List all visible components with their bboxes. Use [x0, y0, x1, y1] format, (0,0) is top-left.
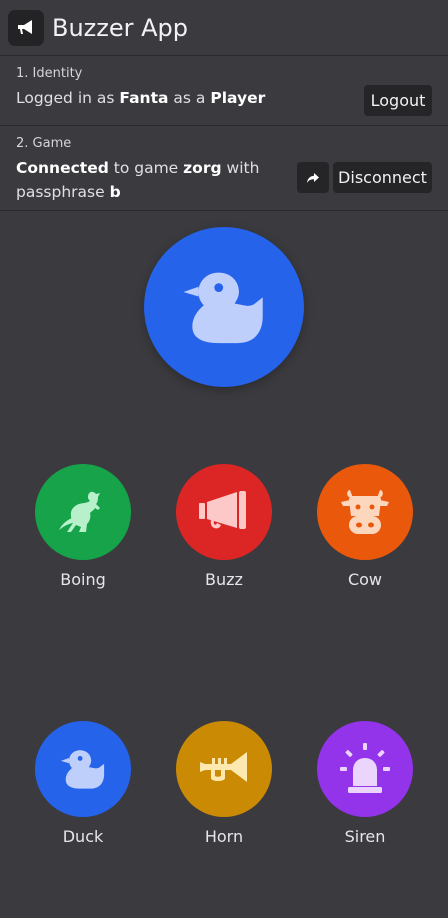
identity-section: 1. Identity Logged in as Fanta as a Play…: [0, 56, 448, 126]
identity-heading: 1. Identity: [16, 66, 83, 81]
megaphone-icon: [199, 491, 246, 529]
sound-horn[interactable]: Horn: [176, 721, 272, 846]
game-name: zorg: [183, 159, 222, 177]
megaphone-icon: [8, 9, 44, 46]
sound-duck[interactable]: Duck: [35, 721, 131, 846]
sound-cow[interactable]: Cow: [317, 464, 413, 589]
sound-label: Siren: [344, 827, 386, 846]
game-section: 2. Game Connected to game zorg with pass…: [0, 126, 448, 211]
duck-button[interactable]: [35, 721, 131, 817]
duck-icon: [60, 750, 105, 789]
logout-button[interactable]: Logout: [364, 85, 432, 116]
sound-label: Buzz: [205, 570, 243, 589]
cow-button[interactable]: [317, 464, 413, 560]
game-status: Connected to game zorg with passphrase b: [16, 159, 260, 201]
share-icon: [307, 172, 319, 183]
kangaroo-icon: [59, 491, 100, 532]
main-buzzer-button[interactable]: [144, 227, 304, 387]
sound-label: Boing: [60, 570, 106, 589]
sound-label: Duck: [62, 827, 104, 846]
sound-buzz[interactable]: Buzz: [176, 464, 272, 589]
sound-label: Horn: [204, 827, 244, 846]
sound-siren[interactable]: Siren: [317, 721, 413, 846]
buzz-button[interactable]: [176, 464, 272, 560]
horn-button[interactable]: [176, 721, 272, 817]
app-title: Buzzer App: [52, 13, 189, 42]
app-header: Buzzer App: [0, 0, 448, 56]
cow-icon: [341, 490, 389, 534]
passphrase: b: [109, 183, 121, 201]
connection-status: Connected: [16, 159, 109, 177]
horn-icon: [200, 752, 247, 782]
sound-label: Cow: [347, 570, 383, 589]
role: Player: [210, 89, 266, 107]
username: Fanta: [119, 89, 169, 107]
siren-button[interactable]: [317, 721, 413, 817]
siren-icon: [340, 743, 390, 793]
disconnect-button[interactable]: Disconnect: [333, 162, 432, 193]
sound-boing[interactable]: Boing: [35, 464, 131, 589]
duck-icon: [183, 272, 263, 344]
game-heading: 2. Game: [16, 136, 72, 151]
boing-button[interactable]: [35, 464, 131, 560]
share-button[interactable]: [297, 162, 329, 193]
